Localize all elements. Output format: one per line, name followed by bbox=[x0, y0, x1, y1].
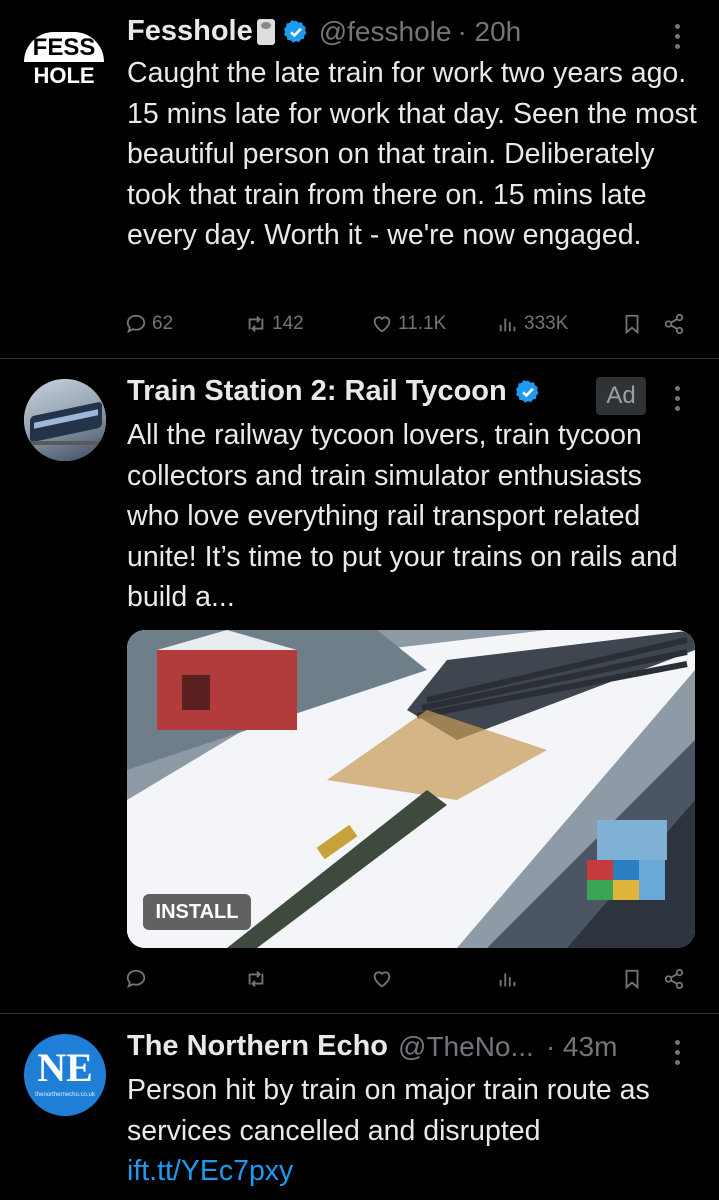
reply-icon bbox=[126, 969, 146, 989]
share-button[interactable] bbox=[663, 968, 690, 990]
ad-badge: Ad bbox=[596, 377, 646, 415]
verified-badge-icon bbox=[283, 19, 307, 43]
bookmark-icon bbox=[625, 314, 639, 335]
tweet-text: Caught the late train for work two years… bbox=[127, 57, 697, 251]
tweet-text: All the railway tycoon lovers, train tyc… bbox=[127, 419, 678, 613]
views-button[interactable] bbox=[497, 968, 524, 990]
heart-icon bbox=[373, 971, 391, 988]
heart-icon bbox=[373, 316, 391, 333]
retweet-icon bbox=[248, 316, 264, 332]
toilet-roll-icon bbox=[256, 18, 275, 45]
install-button[interactable]: INSTALL bbox=[143, 894, 251, 930]
train-avatar-image bbox=[24, 379, 106, 461]
bookmark-button[interactable] bbox=[621, 968, 648, 990]
like-button[interactable]: 11.1K bbox=[371, 313, 446, 335]
avatar-ne-text: NE bbox=[37, 1045, 93, 1090]
avatar-fess-text: FESS bbox=[24, 32, 104, 62]
like-count: 11.1K bbox=[398, 313, 447, 334]
views-icon bbox=[499, 973, 516, 987]
timestamp[interactable]: · 20h bbox=[457, 16, 521, 48]
retweet-count: 142 bbox=[272, 313, 304, 334]
reply-button[interactable]: 62 bbox=[125, 313, 173, 335]
tweet-text-content: Person hit by train on major train route… bbox=[127, 1074, 650, 1147]
bookmark-button[interactable] bbox=[621, 313, 648, 335]
tweet-fesshole[interactable]: FESS HOLE Fesshole @fesshole · 20h Caugh… bbox=[0, 0, 719, 358]
reply-count: 62 bbox=[152, 313, 174, 334]
more-options-icon[interactable] bbox=[675, 24, 683, 54]
like-button[interactable] bbox=[371, 968, 398, 990]
share-icon bbox=[664, 313, 684, 335]
avatar[interactable]: NE thenorthernecho.co.uk bbox=[24, 1034, 106, 1116]
ad-media[interactable]: INSTALL bbox=[127, 630, 695, 948]
tweet-actions: 62 142 11.1K 333K bbox=[125, 313, 690, 343]
tweet-text: Person hit by train on major train route… bbox=[127, 1070, 697, 1192]
retweet-button[interactable] bbox=[245, 968, 272, 990]
avatar[interactable]: FESS HOLE bbox=[22, 20, 112, 102]
more-options-icon[interactable] bbox=[675, 1040, 683, 1070]
avatar-hole-text: HOLE bbox=[33, 63, 95, 88]
timestamp[interactable]: · 43m bbox=[546, 1031, 618, 1063]
views-icon bbox=[499, 318, 516, 332]
share-button[interactable] bbox=[663, 313, 690, 335]
view-count: 333K bbox=[524, 313, 569, 334]
tweet-ad-train-station[interactable]: Train Station 2: Rail Tycoon Ad All the … bbox=[0, 359, 719, 1013]
more-options-icon[interactable] bbox=[675, 386, 683, 416]
retweet-button[interactable]: 142 bbox=[245, 313, 304, 335]
author-handle[interactable]: @fesshole bbox=[319, 16, 452, 48]
avatar-url-text: thenorthernecho.co.uk bbox=[35, 1092, 95, 1098]
avatar[interactable] bbox=[24, 379, 106, 461]
author-name[interactable]: The Northern Echo bbox=[127, 1030, 388, 1063]
share-icon bbox=[664, 968, 684, 990]
tweet-northern-echo[interactable]: NE thenorthernecho.co.uk The Northern Ec… bbox=[0, 1014, 719, 1200]
views-button[interactable]: 333K bbox=[497, 313, 568, 335]
tweet-actions bbox=[125, 968, 690, 998]
author-handle[interactable]: @TheNo... bbox=[398, 1031, 534, 1063]
retweet-icon bbox=[248, 971, 264, 987]
reply-icon bbox=[126, 314, 146, 334]
reply-button[interactable] bbox=[125, 968, 152, 990]
tweet-link[interactable]: ift.tt/YEc7pxy bbox=[127, 1155, 293, 1187]
bookmark-icon bbox=[625, 969, 639, 990]
advertiser-name[interactable]: Train Station 2: Rail Tycoon bbox=[127, 375, 507, 408]
author-name[interactable]: Fesshole bbox=[127, 15, 253, 48]
verified-badge-icon bbox=[515, 379, 539, 403]
